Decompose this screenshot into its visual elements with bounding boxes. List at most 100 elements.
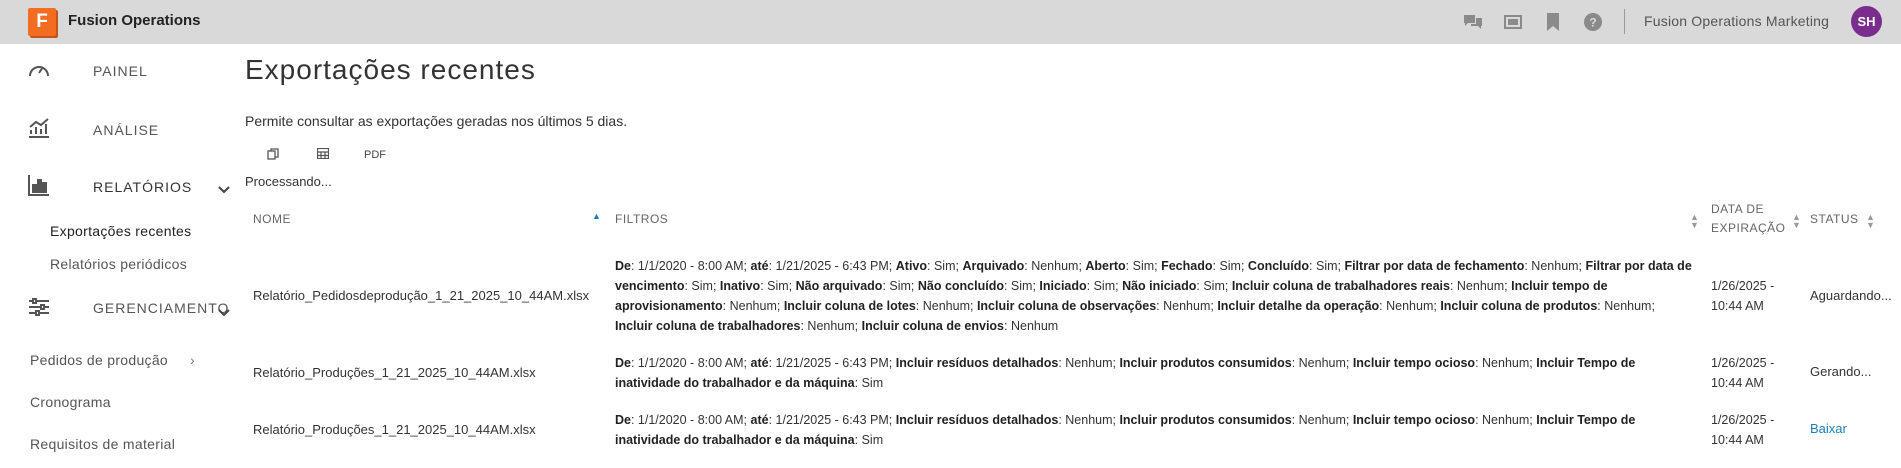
filter-value: : Sim;	[760, 279, 796, 293]
filter-key: Arquivado	[962, 259, 1025, 273]
filter-value: : 1/21/2025 - 6:43 PM;	[768, 413, 896, 427]
export-pdf-button[interactable]: PDF	[362, 146, 388, 164]
filter-value: : Sim;	[1125, 259, 1162, 273]
row-name[interactable]: Relatório_Produções_1_21_2025_10_44AM.xl…	[253, 420, 536, 440]
sidebar-item-pedidos-de-producao[interactable]: Pedidos de produção ›	[30, 352, 200, 368]
sidebar-item-painel[interactable]: PAINEL	[28, 62, 228, 82]
row-filters: De: 1/1/2020 - 8:00 AM; até: 1/21/2025 -…	[615, 410, 1695, 450]
org-name[interactable]: Fusion Operations Marketing	[1644, 13, 1829, 29]
sidebar-subitem-relatorios-periodicos[interactable]: Relatórios periódicos	[50, 256, 187, 272]
filter-key: até	[750, 259, 769, 273]
filter-value: : Nenhum;	[722, 299, 784, 313]
filter-value: : Nenhum;	[1024, 259, 1086, 273]
sidebar-item-relatorios[interactable]: RELATÓRIOS	[28, 174, 230, 199]
expiry-time: 10:44 AM	[1711, 299, 1764, 313]
filter-key: Fechado	[1161, 259, 1213, 273]
avatar[interactable]: SH	[1851, 6, 1882, 37]
filter-value: : Sim;	[1003, 279, 1040, 293]
gauge-icon	[28, 61, 50, 84]
filter-key: Incluir resíduos detalhados	[895, 356, 1059, 370]
column-header-filtros[interactable]: FILTROS	[615, 210, 668, 229]
filter-key: Incluir coluna de trabalhadores reais	[1231, 279, 1450, 293]
sliders-icon	[28, 297, 50, 321]
filter-key: até	[750, 356, 769, 370]
sidebar-subitem-exportacoes-recentes[interactable]: Exportações recentes	[50, 223, 191, 239]
sidebar: PAINEL ANÁLISE RELATÓRIOS Exportações re…	[0, 44, 230, 468]
sidebar-item-gerenciamento[interactable]: GERENCIAMENTO	[28, 297, 230, 322]
filter-key: Incluir coluna de trabalhadores	[615, 319, 801, 333]
sort-icon[interactable]: ▲ ▼	[1792, 213, 1801, 230]
filter-key: Filtrar por data de fechamento	[1344, 259, 1525, 273]
filter-value: : Nenhum;	[1475, 356, 1537, 370]
filter-value: : Nenhum;	[1524, 259, 1586, 273]
sort-icon[interactable]: ▲ ▼	[1690, 213, 1699, 230]
column-header-line: DATA DE	[1711, 202, 1765, 216]
filter-key: Ativo	[895, 259, 928, 273]
filter-key: Não concluído	[917, 279, 1004, 293]
row-expiry: 1/26/2025 - 10:44 AM	[1711, 276, 1801, 316]
sidebar-item-cronograma[interactable]: Cronograma	[30, 394, 111, 410]
chevron-down-icon[interactable]	[218, 181, 230, 199]
filter-key: Concluído	[1247, 259, 1310, 273]
row-name[interactable]: Relatório_Pedidosdeprodução_1_21_2025_10…	[253, 286, 589, 306]
top-icons: ?	[1453, 10, 1613, 34]
help-icon[interactable]: ?	[1573, 10, 1613, 34]
display-icon[interactable]	[1493, 10, 1533, 34]
sidebar-item-requisitos-de-material[interactable]: Requisitos de material	[30, 436, 175, 452]
export-copy-button[interactable]	[263, 146, 283, 164]
expiry-date: 1/26/2025 -	[1711, 279, 1775, 293]
chevron-down-icon[interactable]	[218, 304, 230, 322]
filter-key: De	[615, 259, 631, 273]
table-icon	[316, 147, 330, 162]
filter-value: : Sim;	[882, 279, 918, 293]
top-divider	[1624, 9, 1625, 34]
filter-value: : Nenhum;	[1291, 356, 1353, 370]
expiry-time: 10:44 AM	[1711, 376, 1764, 390]
app-logo[interactable]: F	[28, 8, 56, 36]
sort-icon[interactable]: ▲ ▼	[1866, 213, 1875, 230]
column-header-status[interactable]: STATUS	[1810, 210, 1859, 229]
sort-ascending-icon[interactable]: ▲	[592, 212, 601, 221]
copy-icon	[267, 147, 279, 163]
download-link[interactable]: Baixar	[1810, 421, 1847, 436]
filter-key: Aberto	[1085, 259, 1126, 273]
filter-key: Incluir detalhe da operação	[1217, 299, 1380, 313]
top-bar: F Fusion Operations ? Fusion Operations …	[0, 0, 1901, 44]
column-header-nome[interactable]: NOME	[253, 210, 291, 229]
filter-value: : Sim;	[1212, 259, 1248, 273]
chat-icon[interactable]	[1453, 10, 1493, 34]
sidebar-item-label: ANÁLISE	[93, 122, 160, 138]
filter-key: até	[750, 413, 769, 427]
filter-value: : Sim;	[927, 259, 963, 273]
filter-value: : Sim	[854, 376, 884, 390]
status-badge: Gerando...	[1810, 364, 1872, 379]
filter-value: : Nenhum;	[1058, 413, 1120, 427]
row-expiry: 1/26/2025 - 10:44 AM	[1711, 353, 1801, 393]
row-filters: De: 1/1/2020 - 8:00 AM; até: 1/21/2025 -…	[615, 353, 1695, 393]
status-badge: Aguardando...	[1810, 288, 1892, 303]
bookmark-icon[interactable]	[1533, 10, 1573, 34]
row-expiry: 1/26/2025 - 10:44 AM	[1711, 410, 1801, 450]
row-name[interactable]: Relatório_Produções_1_21_2025_10_44AM.xl…	[253, 363, 536, 383]
page-description: Permite consultar as exportações geradas…	[245, 113, 628, 129]
filter-key: Inativo	[719, 279, 761, 293]
filter-key: Incluir tempo ocioso	[1352, 413, 1476, 427]
export-csv-button[interactable]	[313, 146, 333, 164]
filter-value: : Nenhum	[1004, 319, 1059, 333]
expiry-date: 1/26/2025 -	[1711, 413, 1775, 427]
filter-value: : Sim;	[684, 279, 720, 293]
sidebar-item-label: PAINEL	[93, 63, 148, 79]
filter-key: Incluir resíduos detalhados	[895, 413, 1059, 427]
filter-value: : Nenhum;	[800, 319, 862, 333]
filter-value: : Nenhum;	[1475, 413, 1537, 427]
column-header-data-expiracao[interactable]: DATA DE EXPIRAÇÃO	[1711, 200, 1786, 238]
filter-value: : Sim;	[1196, 279, 1232, 293]
filter-value: : 1/1/2020 - 8:00 AM;	[630, 413, 751, 427]
expiry-date: 1/26/2025 -	[1711, 356, 1775, 370]
filter-key: De	[615, 356, 631, 370]
app-title[interactable]: Fusion Operations	[68, 12, 201, 29]
sidebar-item-analise[interactable]: ANÁLISE	[28, 117, 228, 140]
filter-value: : Nenhum;	[915, 299, 977, 313]
column-header-line: EXPIRAÇÃO	[1711, 221, 1786, 235]
filter-value: : Nenhum;	[1156, 299, 1218, 313]
